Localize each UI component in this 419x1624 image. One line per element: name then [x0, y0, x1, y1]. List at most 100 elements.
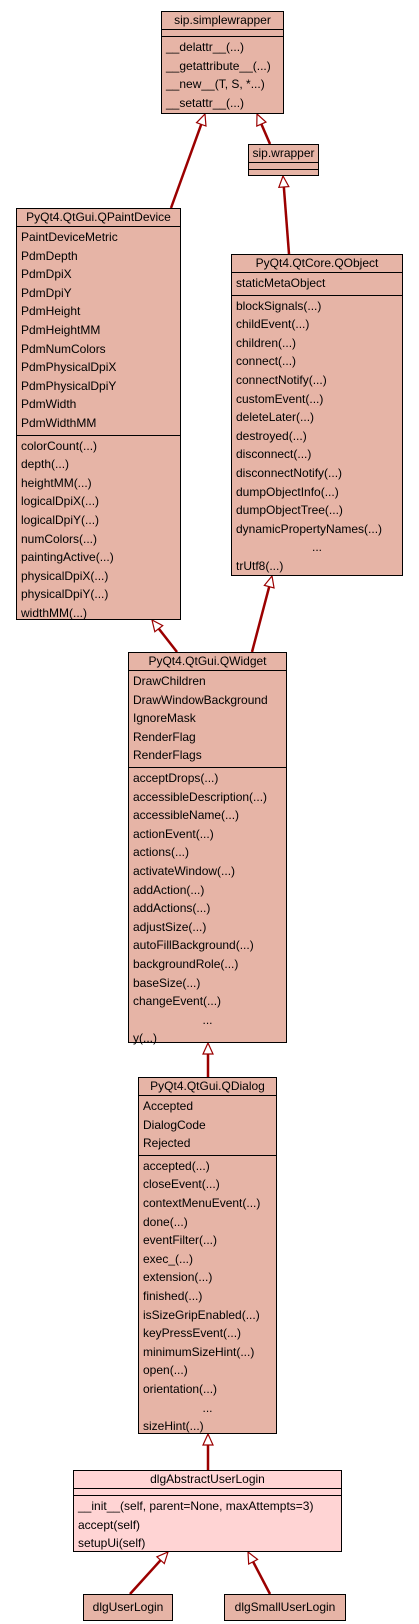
method-item: actions(...) — [133, 845, 190, 860]
inheritance-edge-qwidget-to-qpaintdevice — [151, 618, 178, 653]
method-item: customEvent(...) — [236, 391, 324, 406]
method-item: orientation(...) — [143, 1381, 218, 1396]
method-ellipsis: ... — [311, 540, 322, 555]
method-item: addActions(...) — [133, 901, 211, 916]
method-ellipsis: ... — [202, 1400, 213, 1415]
inheritance-arrowhead-icon — [263, 574, 275, 589]
method-item: __getattribute__(...) — [166, 58, 271, 73]
attribute-section: Accepted DialogCode Rejected — [139, 1096, 276, 1156]
edge-line — [129, 1559, 162, 1595]
inheritance-edge-qobject-to-wrapper — [277, 174, 291, 255]
method-item: __delattr__(...) — [166, 40, 245, 54]
method-item: setupUi(self) — [78, 1536, 146, 1551]
method-item: extension(...) — [143, 1270, 213, 1285]
method-section: blockSignals(...) childEvent(...) childr… — [232, 296, 402, 578]
class-node-qwidget[interactable]: PyQt4.QtGui.QWidget DrawChildren DrawWin… — [128, 652, 287, 1045]
attribute-item: PdmPhysicalDpiX — [21, 360, 117, 375]
inheritance-arrowhead-icon — [195, 112, 207, 127]
inheritance-edge-qpaintdevice-to-simplewrapper — [169, 112, 207, 209]
class-node-qpaintdevice[interactable]: PyQt4.QtGui.QPaintDevice PaintDeviceMetr… — [16, 208, 181, 620]
class-node-wrapper[interactable]: sip.wrapper — [248, 144, 319, 176]
attribute-item: PdmDpiX — [21, 267, 72, 282]
method-item: __setattr__(...) — [166, 95, 245, 110]
method-item: y(...) — [133, 1031, 157, 1046]
method-item: __new__(T, S, *...) — [166, 77, 265, 92]
method-ellipsis: ... — [202, 1012, 213, 1027]
method-item: disconnect(...) — [236, 447, 312, 462]
attribute-item: PdmHeight — [21, 304, 81, 319]
attribute-section-empty — [162, 30, 283, 37]
method-item: activateWindow(...) — [133, 863, 236, 878]
edge-line — [157, 627, 178, 653]
edge-line — [169, 123, 203, 209]
method-item: logicalDpiX(...) — [21, 494, 100, 509]
class-node-dlgabstractuserlogin[interactable]: dlgAbstractUserLogin __init__(self, pare… — [73, 1470, 342, 1552]
method-item: numColors(...) — [21, 531, 98, 546]
method-item: physicalDpiY(...) — [21, 587, 109, 602]
method-item: sizeHint(...) — [143, 1419, 204, 1434]
class-title: PyQt4.QtCore.QObject — [232, 255, 402, 273]
class-node-dlguserlogin[interactable]: dlgUserLogin — [83, 1594, 173, 1621]
attribute-item: PdmDpiY — [21, 285, 72, 300]
method-item: blockSignals(...) — [236, 298, 322, 313]
method-item: acceptDrops(...) — [133, 770, 219, 785]
method-item: contextMenuEvent(...) — [143, 1195, 261, 1210]
attribute-item: DialogCode — [143, 1117, 206, 1132]
attribute-item: PdmWidthMM — [21, 415, 97, 430]
inheritance-edge-dlgabstract-to-qdialog — [202, 1432, 214, 1470]
method-item: open(...) — [143, 1363, 188, 1378]
attribute-item: PdmDepth — [21, 248, 78, 263]
attribute-section-empty — [249, 163, 318, 170]
attribute-item: DrawChildren — [133, 674, 206, 688]
edge-line — [260, 123, 272, 145]
class-node-dlgsmalluserlogin[interactable]: dlgSmallUserLogin — [224, 1594, 346, 1621]
attribute-item: PdmHeightMM — [21, 322, 101, 337]
attribute-section-empty — [74, 1489, 341, 1496]
method-item: heightMM(...) — [21, 475, 92, 490]
method-item: autoFillBackground(...) — [133, 938, 254, 953]
attribute-section: staticMetaObject — [232, 273, 402, 296]
method-item: backgroundRole(...) — [133, 956, 239, 971]
method-item: exec_(...) — [143, 1251, 194, 1266]
attribute-item: staticMetaObject — [236, 276, 326, 290]
inheritance-edge-dlguserlogin-to-dlgabstract — [129, 1550, 169, 1595]
method-item: dumpObjectInfo(...) — [236, 484, 339, 499]
inheritance-arrowhead-icon — [277, 174, 290, 189]
method-item: childEvent(...) — [236, 317, 310, 332]
method-item: minimumSizeHint(...) — [143, 1344, 255, 1359]
method-item: accessibleDescription(...) — [133, 789, 268, 804]
method-item: accepted(...) — [143, 1158, 210, 1173]
method-item: trUtf8(...) — [236, 558, 284, 573]
attribute-item: RenderFlags — [133, 748, 202, 763]
method-item: isSizeGripEnabled(...) — [143, 1307, 260, 1322]
method-item: paintingActive(...) — [21, 550, 114, 565]
method-item: logicalDpiY(...) — [21, 512, 100, 527]
method-section: accepted(...) closeEvent(...) contextMen… — [139, 1156, 276, 1438]
edge-line — [251, 1561, 272, 1595]
method-item: actionEvent(...) — [133, 826, 214, 841]
method-section: __init__(self, parent=None, maxAttempts=… — [74, 1496, 341, 1555]
class-node-simplewrapper[interactable]: sip.simplewrapper __delattr__(...) __get… — [161, 11, 284, 114]
method-item: closeEvent(...) — [143, 1177, 220, 1192]
method-item: depth(...) — [21, 457, 70, 472]
inheritance-arrowhead-icon — [256, 112, 268, 128]
method-item: connectNotify(...) — [236, 372, 327, 387]
class-title: sip.simplewrapper — [162, 12, 283, 30]
method-item: done(...) — [143, 1214, 188, 1229]
method-item: connect(...) — [236, 354, 297, 369]
class-title: sip.wrapper — [249, 145, 318, 163]
class-node-qobject[interactable]: PyQt4.QtCore.QObject staticMetaObject bl… — [231, 254, 403, 576]
class-node-qdialog[interactable]: PyQt4.QtGui.QDialog Accepted DialogCode … — [138, 1077, 277, 1434]
method-item: destroyed(...) — [236, 428, 307, 443]
method-section: acceptDrops(...) accessibleDescription(.… — [129, 768, 286, 1050]
class-title: dlgSmallUserLogin — [234, 1600, 336, 1614]
edge-line — [250, 586, 271, 653]
attribute-item: DrawWindowBackground — [133, 692, 268, 707]
method-section-empty — [249, 170, 318, 176]
attribute-section: DrawChildren DrawWindowBackground Ignore… — [129, 671, 286, 768]
method-item: adjustSize(...) — [133, 919, 207, 934]
inheritance-edge-qwidget-to-qobject — [250, 574, 275, 653]
method-item: keyPressEvent(...) — [143, 1326, 242, 1341]
attribute-item: RenderFlag — [133, 729, 196, 744]
inheritance-edge-dlgsmall-to-dlgabstract — [247, 1550, 272, 1595]
